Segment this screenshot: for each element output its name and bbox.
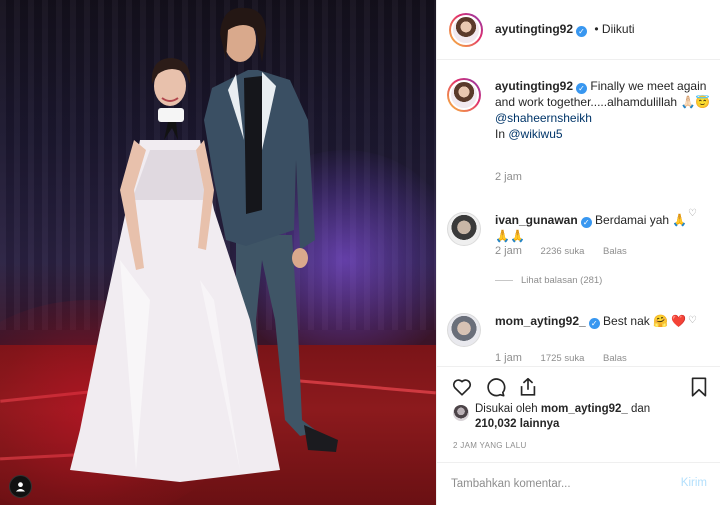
follow-status[interactable]: • Diikuti <box>594 22 634 36</box>
add-comment-bar: Kirim <box>437 462 720 505</box>
view-replies-button[interactable]: Lihat balasan (281) <box>495 275 602 286</box>
author-avatar[interactable] <box>449 12 483 47</box>
verified-badge-icon: ✓ <box>580 217 592 228</box>
comment-avatar[interactable] <box>447 313 481 347</box>
comment-time[interactable]: 1 jam <box>495 352 522 364</box>
post-timestamp[interactable]: 2 JAM YANG LALU <box>453 441 527 450</box>
caption-in-label: In <box>495 127 506 141</box>
user-tag-button[interactable] <box>9 475 32 498</box>
comment-avatar[interactable] <box>447 212 481 246</box>
post-actions-bar <box>437 366 720 406</box>
comment-icon[interactable] <box>484 376 506 398</box>
author-info: ayutingting92 ✓ • Diikuti <box>495 22 635 37</box>
caption-meta: 2 jam <box>495 171 538 183</box>
comment-username[interactable]: ivan_gunawan <box>495 213 578 227</box>
caption-username[interactable]: ayutingting92 <box>495 79 573 93</box>
likes-user[interactable]: mom_ayting92_ <box>541 403 628 415</box>
likes-prefix: Disukai oleh <box>475 403 538 415</box>
comment-likes[interactable]: 1725 suka <box>541 353 585 364</box>
comment-likes[interactable]: 2236 suka <box>541 246 585 257</box>
comment-item: mom_ayting92_ ✓ Best nak 🤗 ❤️ ♡ 1 jam 172… <box>447 313 711 366</box>
verified-badge-icon: ✓ <box>588 318 600 329</box>
post-header: ayutingting92 ✓ • Diikuti <box>437 0 720 60</box>
author-username[interactable]: ayutingting92 <box>495 22 573 36</box>
comment-meta: 2 jam 2236 suka Balas <box>495 245 643 257</box>
heart-icon[interactable] <box>451 376 473 398</box>
likes-joiner: dan <box>631 403 651 415</box>
share-icon[interactable] <box>517 376 539 398</box>
comment-time[interactable]: 2 jam <box>495 245 522 257</box>
caption-mention-wikiwu5[interactable]: @wikiwu5 <box>508 127 562 141</box>
comment-username[interactable]: mom_ayting92_ <box>495 314 586 328</box>
replies-divider <box>495 280 513 281</box>
view-replies-label: Lihat balasan (281) <box>521 275 603 286</box>
comment-input[interactable] <box>451 475 651 493</box>
comment-reply-button[interactable]: Balas <box>603 353 627 364</box>
likes-summary[interactable]: Disukai oleh mom_ayting92_ dan 210,032 l… <box>453 402 715 432</box>
caption-time[interactable]: 2 jam <box>495 171 522 183</box>
user-tag-icon <box>15 482 26 492</box>
comment-like-heart-icon[interactable]: ♡ <box>688 315 697 326</box>
comment-meta: 1 jam 1725 suka Balas <box>495 352 643 364</box>
comment-like-heart-icon[interactable]: ♡ <box>688 208 697 219</box>
verified-badge-icon: ✓ <box>576 83 588 94</box>
photo-people-illustration <box>70 7 338 482</box>
likes-others[interactable]: 210,032 lainnya <box>475 418 559 430</box>
bookmark-icon[interactable] <box>689 376 709 398</box>
comment-reply-button[interactable]: Balas <box>603 246 627 257</box>
liked-by-avatar <box>453 405 469 421</box>
verified-badge-icon: ✓ <box>576 26 588 37</box>
post-photo[interactable] <box>0 0 436 505</box>
caption: ayutingting92 ✓ Finally we meet again and… <box>447 78 711 208</box>
post-comment-button[interactable]: Kirim <box>681 477 707 489</box>
comments-section[interactable]: ayutingting92 ✓ Finally we meet again and… <box>437 61 720 366</box>
caption-avatar[interactable] <box>447 78 481 112</box>
post-side-panel: ayutingting92 ✓ • Diikuti ayutingting92 ✓ … <box>436 0 720 505</box>
caption-mention-shaheernsheikh[interactable]: @shaheernsheikh <box>495 111 592 125</box>
comment-text: Best nak 🤗 ❤️ <box>603 314 687 328</box>
